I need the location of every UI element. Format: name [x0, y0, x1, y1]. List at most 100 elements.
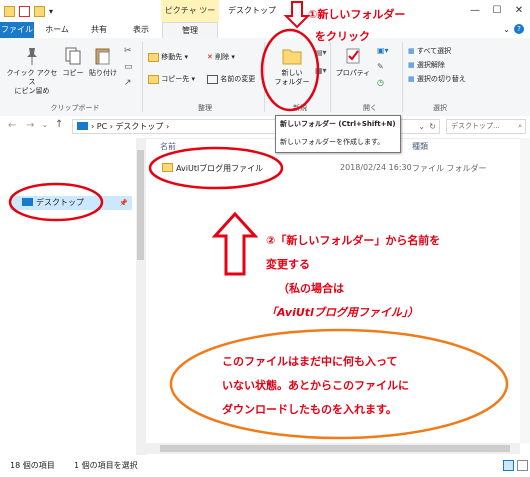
tab-home[interactable]: ホーム: [40, 22, 74, 38]
copy-icon: [65, 47, 81, 65]
open-group-label: 開く: [363, 104, 377, 112]
copy-to-button[interactable]: コピー先 ▾: [148, 74, 195, 84]
horizontal-scrollbar-thumb[interactable]: [160, 445, 510, 452]
history-icon[interactable]: ◷: [377, 78, 384, 87]
search-input[interactable]: デスクトップ... ⌕: [446, 119, 526, 134]
delete-button[interactable]: ✕ 削除 ▾: [207, 52, 235, 62]
window-title: デスクトップ: [228, 6, 276, 15]
annotation-step1-line1: ①新しいフォルダー: [308, 8, 406, 21]
folder-icon[interactable]: [4, 5, 15, 17]
annotation-note-line2: いない状態。あとからこのファイルに: [222, 379, 409, 392]
title-bar: ▾ ピクチャ ツール デスクトップ — ☐ ✕: [0, 0, 530, 37]
delete-icon: ✕: [207, 53, 213, 61]
file-date: 2018/02/24 16:30: [340, 163, 412, 172]
checkbox-icon[interactable]: [19, 5, 30, 17]
details-view-icon[interactable]: [503, 460, 514, 471]
window-controls: — ☐ ✕: [464, 0, 530, 22]
new-item-icon[interactable]: ▤▾: [315, 48, 327, 57]
organize-group-label: 整理: [198, 104, 212, 112]
folder-icon: [162, 163, 173, 172]
recent-locations-icon[interactable]: ⌄: [42, 121, 48, 129]
tab-manage[interactable]: 管理: [162, 22, 218, 38]
address-row: ← → ⌄ ↑ › PC › デスクトップ › ⌄ ↻ デスクトップ... ⌕: [0, 116, 530, 139]
new-folder-tooltip: 新しいフォルダー (Ctrl+Shift+N) 新しいフォルダーを作成します。: [275, 115, 401, 153]
properties-icon: [346, 48, 360, 64]
close-button[interactable]: ✕: [508, 0, 530, 22]
content-scrollbar[interactable]: [520, 138, 530, 443]
chevron-down-icon[interactable]: ▾: [49, 7, 53, 16]
delete-label: 削除 ▾: [215, 53, 235, 61]
up-icon[interactable]: ↑: [55, 119, 63, 130]
column-type[interactable]: 種類: [412, 141, 428, 152]
file-row[interactable]: AviUtlブログ用ファイル 2018/02/24 16:30 ファイル フォル…: [150, 160, 520, 176]
file-name: AviUtlブログ用ファイル: [176, 164, 264, 173]
invert-selection-label: 選択の切り替え: [416, 75, 466, 83]
tab-view[interactable]: 表示: [124, 22, 158, 38]
tooltip-description: 新しいフォルダーを作成します。: [280, 138, 385, 146]
new-group-label: 新規: [293, 104, 307, 112]
move-to-button[interactable]: 移動先 ▾: [148, 52, 188, 62]
pin-quick-access-label: クイック アクセス にピン留め: [6, 69, 58, 95]
refresh-icon[interactable]: ↻: [429, 120, 436, 133]
nav-scrollbar-thumb[interactable]: [137, 150, 144, 260]
select-none-button[interactable]: ▦ 選択解除: [408, 60, 445, 70]
annotation-step1-line2: をクリック: [315, 30, 370, 43]
forward-icon[interactable]: →: [26, 120, 34, 131]
column-name[interactable]: 名前: [160, 141, 176, 152]
context-tab-picture-tools: ピクチャ ツール: [161, 0, 219, 37]
clipboard-group-label: クリップボード: [50, 104, 100, 112]
folder-icon: [148, 74, 159, 84]
pin-quick-access-button[interactable]: クイック アクセス にピン留め: [4, 46, 60, 96]
pc-icon: [77, 122, 88, 130]
address-path: › PC › デスクトップ ›: [91, 122, 170, 131]
search-placeholder: デスクトップ...: [451, 122, 500, 130]
properties-button[interactable]: プロパティ: [334, 46, 372, 78]
copy-label: コピー: [62, 69, 84, 77]
minimize-button[interactable]: —: [464, 0, 486, 22]
large-icons-view-icon[interactable]: [517, 460, 528, 471]
annotation-step2-line4: 「AviUtlブログ用ファイル」）: [266, 306, 419, 319]
new-folder-icon[interactable]: [34, 5, 45, 17]
nav-item-label: デスクトップ: [36, 198, 84, 207]
rename-button[interactable]: 名前の変更: [207, 74, 255, 84]
invert-selection-button[interactable]: ▦ 選択の切り替え: [408, 74, 466, 84]
annotation-step2-line1: ②「新しいフォルダー」から名前を: [266, 234, 441, 247]
easy-access-icon[interactable]: ▦▾: [315, 66, 327, 75]
file-type: ファイル フォルダー: [412, 164, 487, 173]
select-all-button[interactable]: ▦ すべて選択: [408, 46, 451, 56]
back-icon[interactable]: ←: [8, 120, 16, 131]
status-bar: 18 個の項目 1 個の項目を選択: [0, 455, 530, 477]
up-arrow-icon: [211, 211, 259, 276]
copy-to-label: コピー先 ▾: [161, 75, 195, 83]
move-to-label: 移動先 ▾: [161, 53, 188, 61]
pin-icon: [27, 48, 37, 65]
tooltip-title: 新しいフォルダー (Ctrl+Shift+N): [280, 120, 396, 128]
properties-label: プロパティ: [335, 69, 371, 77]
folder-icon: [148, 52, 159, 62]
maximize-button[interactable]: ☐: [486, 0, 508, 22]
chevron-down-icon[interactable]: ⌄: [503, 25, 510, 34]
annotation-step2-line3: （私の場合は: [278, 282, 344, 295]
item-count: 18 個の項目: [10, 461, 55, 470]
cut-icon[interactable]: ✂: [124, 46, 132, 56]
navigation-pane: デスクトップ 📌: [0, 138, 146, 455]
pin-icon: 📌: [119, 199, 128, 207]
copy-path-icon[interactable]: ▭: [124, 62, 133, 72]
paste-label: 貼り付け: [89, 69, 117, 77]
select-none-label: 選択解除: [416, 61, 445, 69]
paste-icon: [95, 48, 110, 65]
paste-shortcut-icon[interactable]: ↗: [124, 78, 132, 88]
ribbon-tabs: ファイル ホーム 共有 表示 管理 ⌄ ?: [0, 22, 530, 39]
copy-button[interactable]: コピー: [60, 46, 86, 78]
tab-file[interactable]: ファイル: [0, 22, 34, 38]
help-icon[interactable]: ?: [514, 24, 524, 34]
paste-button[interactable]: 貼り付け: [86, 46, 120, 78]
open-icon[interactable]: ▣▾: [377, 46, 389, 55]
new-folder-button[interactable]: 新しい フォルダー: [272, 44, 312, 87]
edit-icon[interactable]: ✎: [377, 62, 384, 71]
chevron-down-icon[interactable]: ⌄: [418, 120, 425, 133]
select-all-icon: ▦: [408, 47, 415, 55]
selected-count: 1 個の項目を選択: [74, 461, 138, 470]
tab-share[interactable]: 共有: [82, 22, 116, 38]
nav-item-desktop[interactable]: デスクトップ 📌: [10, 196, 132, 210]
